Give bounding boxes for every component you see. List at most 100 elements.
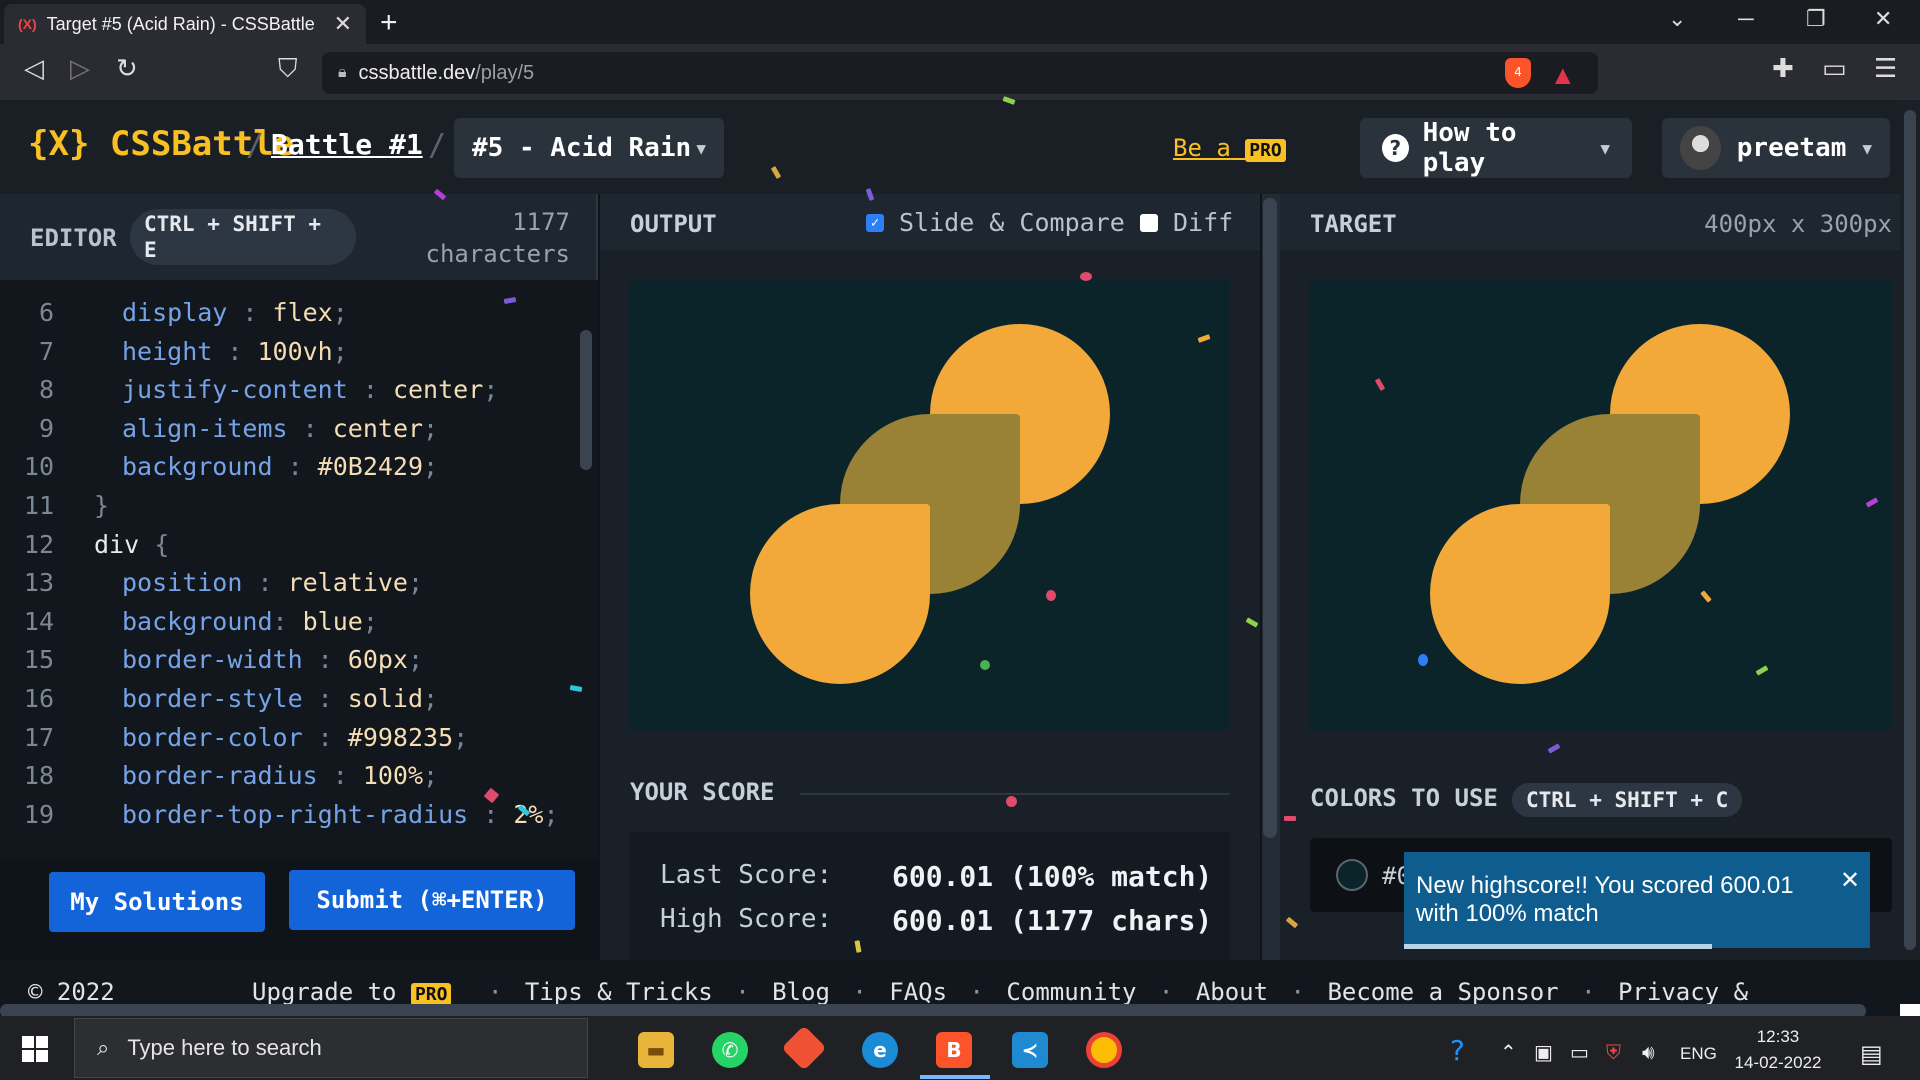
network-icon[interactable]: ▣ xyxy=(1534,1040,1553,1064)
code-line[interactable]: 16 border-style : solid; xyxy=(0,680,438,718)
line-number: 8 xyxy=(38,375,54,405)
footer-link[interactable]: About xyxy=(1196,978,1268,1006)
footer-link[interactable]: FAQs xyxy=(889,978,947,1006)
code-token-sep: : xyxy=(302,645,348,675)
code-token-sep: : xyxy=(302,722,348,752)
battery-icon[interactable]: ▭ xyxy=(1570,1040,1589,1064)
target-canvas[interactable] xyxy=(1310,280,1892,730)
code-line[interactable]: 18 border-radius : 100%; xyxy=(0,757,438,795)
code-line[interactable]: 6 display : flex; xyxy=(0,294,348,332)
code-line[interactable]: 11} xyxy=(0,487,109,525)
search-icon: ⌕ xyxy=(97,1035,110,1061)
circle-bottom-left xyxy=(750,504,930,684)
extensions-icon[interactable]: ✚ xyxy=(1772,54,1794,84)
windows-start-icon[interactable] xyxy=(22,1036,48,1062)
back-icon[interactable]: ◁ xyxy=(24,54,44,84)
vscode-icon[interactable]: ≺ xyxy=(1012,1032,1048,1068)
be-a-label: Be a xyxy=(1173,134,1231,162)
confetti xyxy=(1006,796,1017,807)
slide-compare-checkbox[interactable]: ✓ xyxy=(866,214,884,232)
code-line[interactable]: 15 border-width : 60px; xyxy=(0,641,423,679)
minimize-icon[interactable]: ─ xyxy=(1738,6,1754,32)
volume-icon[interactable]: 🔊︎ xyxy=(1642,1040,1655,1064)
code-line[interactable]: 19border-top-right-radius : 2%; xyxy=(0,796,559,834)
colors-heading: COLORS TO USE xyxy=(1310,784,1498,812)
footer-link[interactable]: Blog xyxy=(772,978,830,1006)
score-divider xyxy=(800,793,1230,795)
url-host: cssbattle.dev xyxy=(358,61,476,84)
code-line[interactable]: 17 border-color : #998235; xyxy=(0,719,468,757)
wallet-icon[interactable]: ▭ xyxy=(1822,54,1847,84)
taskbar-search[interactable]: ⌕ Type here to search xyxy=(74,1018,588,1078)
panel-scrollbar[interactable] xyxy=(1263,198,1277,838)
chevron-down-icon: ▼ xyxy=(1600,138,1610,158)
file-explorer-icon[interactable]: ▬ xyxy=(638,1032,674,1068)
brave-shield-icon[interactable]: 4 xyxy=(1505,58,1531,88)
output-canvas[interactable] xyxy=(630,280,1230,730)
chevron-down-icon: ▼ xyxy=(696,138,706,158)
upgrade-label: Upgrade to xyxy=(252,978,397,1006)
close-icon[interactable]: ✕ xyxy=(1840,866,1860,894)
line-number: 19 xyxy=(23,799,54,829)
edge-icon[interactable]: e xyxy=(862,1032,898,1068)
close-tab-icon[interactable]: ✕ xyxy=(334,11,352,37)
security-icon[interactable]: ⛨ xyxy=(1606,1040,1621,1064)
code-line[interactable]: 12 div { xyxy=(0,526,169,564)
notifications-icon[interactable]: ▤ xyxy=(1860,1040,1883,1068)
whatsapp-icon[interactable]: ✆ xyxy=(712,1032,748,1068)
my-solutions-button[interactable]: My Solutions xyxy=(49,872,265,932)
chrome-icon[interactable] xyxy=(1086,1032,1122,1068)
slide-compare-label[interactable]: Slide & Compare xyxy=(899,208,1125,237)
chevron-up-icon[interactable]: ⌃ xyxy=(1500,1040,1517,1064)
page-scrollbar[interactable] xyxy=(1904,110,1916,950)
code-line[interactable]: 9 align-items : center; xyxy=(0,410,438,448)
code-token-end: ; xyxy=(423,413,439,443)
tab-search-chevron-icon[interactable]: ⌄ xyxy=(1668,6,1686,32)
brave-icon[interactable]: B xyxy=(936,1032,972,1068)
code-editor[interactable]: 6 display : flex; 7 height : 100vh; 8 justify… xyxy=(0,280,598,860)
diff-label[interactable]: Diff xyxy=(1173,208,1233,237)
user-menu[interactable]: preetam ▼ xyxy=(1662,118,1890,178)
code-line[interactable]: 10 background : #0B2429; xyxy=(0,448,438,486)
be-a-pro-link[interactable]: Be a PRO xyxy=(1173,134,1286,162)
footer-separator: · xyxy=(488,978,517,1006)
confetti xyxy=(980,660,990,670)
pro-badge: PRO xyxy=(410,983,452,1006)
forward-icon[interactable]: ▷ xyxy=(70,54,90,84)
code-token-prop: border-radius xyxy=(122,761,318,791)
footer-link[interactable]: Tips & Tricks xyxy=(525,978,713,1006)
target-select[interactable]: #5 - Acid Rain ▼ xyxy=(454,118,724,178)
code-token-end: ; xyxy=(408,645,424,675)
address-bar[interactable]: 🔒︎ cssbattle.dev /play/5 xyxy=(322,52,1598,94)
submit-button[interactable]: Submit (⌘+ENTER) xyxy=(289,870,575,930)
footer-link[interactable]: Community xyxy=(1006,978,1136,1006)
reload-icon[interactable]: ↻ xyxy=(116,54,138,84)
code-line[interactable]: 8 justify-content : center; xyxy=(0,371,498,409)
diff-checkbox[interactable] xyxy=(1140,214,1158,232)
footer-link[interactable]: Become a Sponsor xyxy=(1327,978,1558,1006)
color-swatch[interactable] xyxy=(1336,859,1368,891)
help-tray-icon[interactable]: ? xyxy=(1450,1034,1465,1067)
menu-icon[interactable]: ☰ xyxy=(1874,54,1897,84)
character-count-unit: characters xyxy=(425,240,571,268)
code-token-end: ; xyxy=(423,761,439,791)
editor-scrollbar[interactable] xyxy=(580,330,592,470)
breadcrumb-separator-2: / xyxy=(428,128,447,163)
upgrade-link[interactable]: Upgrade to PRO xyxy=(252,978,452,1006)
restore-icon[interactable]: ❐ xyxy=(1806,6,1826,32)
close-window-icon[interactable]: ✕ xyxy=(1874,6,1892,32)
code-line[interactable]: 7 height : 100vh; xyxy=(0,333,348,371)
how-to-play-button[interactable]: ? How to play ▼ xyxy=(1360,118,1632,178)
code-line[interactable]: 13 position : relative; xyxy=(0,564,423,602)
footer-separator: · xyxy=(837,978,882,1006)
clock[interactable]: 12:33 14-02-2022 xyxy=(1718,1024,1838,1076)
code-line[interactable]: 14 background: blue; xyxy=(0,603,378,641)
footer-link[interactable]: Privacy & xyxy=(1618,978,1748,1006)
battle-link[interactable]: Battle #1 xyxy=(271,128,423,161)
new-tab-icon[interactable]: + xyxy=(380,6,398,40)
language-indicator[interactable]: ENG xyxy=(1680,1044,1717,1064)
bookmark-icon[interactable]: ⛉ xyxy=(278,54,298,85)
code-token-val: 100% xyxy=(362,761,424,791)
brave-rewards-icon[interactable]: ▲ xyxy=(1555,60,1571,90)
browser-tab[interactable]: (X) Target #5 (Acid Rain) - CSSBattle ✕ xyxy=(4,4,366,44)
